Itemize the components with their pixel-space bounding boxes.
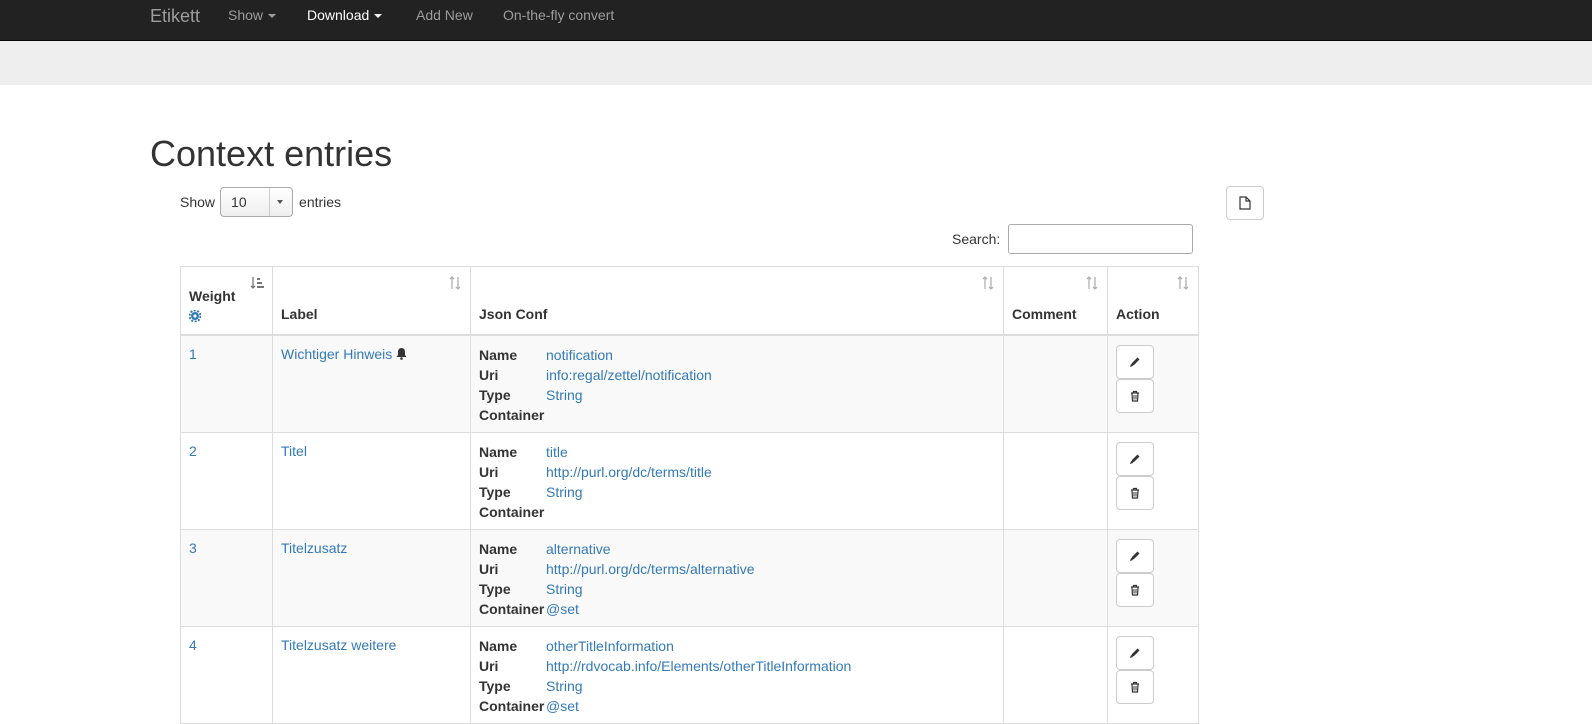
entries-per-page-select[interactable]: 10 [220,187,294,217]
conf-container-value[interactable] [546,406,995,424]
conf-uri-value[interactable]: http://rdvocab.info/Elements/otherTitleI… [546,657,995,675]
caret-down-icon [374,14,383,19]
json-conf: Name title Uri http://purl.org/dc/terms/ti… [479,443,995,521]
comment-cell [1003,626,1108,724]
conf-container-value[interactable]: @set [546,697,995,715]
table-row: 2 Titel Name title Uri http://purl.org/dc/… [180,432,1199,530]
trash-icon [1131,487,1139,499]
delete-button[interactable] [1116,670,1154,704]
comment-cell [1003,529,1108,627]
column-header-json-conf[interactable]: Json Conf [470,266,1004,336]
weight-link[interactable]: 3 [189,540,197,556]
nav-on-the-fly-convert[interactable]: On-the-fly convert [503,7,614,23]
sort-ascending-icon [250,277,264,289]
conf-uri-value[interactable]: http://purl.org/dc/terms/alternative [546,560,995,578]
conf-type-value[interactable]: String [546,677,995,695]
search-input[interactable] [1008,224,1194,254]
nav-add-new[interactable]: Add New [416,7,473,23]
gear-icon[interactable] [189,310,201,322]
column-header-label[interactable]: Label [272,266,471,336]
search-area: Search: [952,224,1194,254]
trash-icon [1131,584,1139,596]
context-entries-table: Weight Label Json Conf Comment Action 1 … [180,266,1199,724]
json-conf: Name alternative Uri http://purl.org/dc/te… [479,540,995,618]
nav-show-dropdown[interactable]: Show [228,7,277,23]
delete-button[interactable] [1116,476,1154,510]
edit-button[interactable] [1116,539,1154,573]
brand-link[interactable]: Etikett [150,6,200,27]
caret-down-icon [268,14,277,19]
conf-container-value[interactable] [546,503,995,521]
weight-link[interactable]: 4 [189,637,197,653]
conf-name-value[interactable]: title [546,443,995,461]
edit-button[interactable] [1116,345,1154,379]
delete-button[interactable] [1116,573,1154,607]
weight-link[interactable]: 2 [189,443,197,459]
length-prefix-label: Show [180,194,216,210]
conf-type-value[interactable]: String [546,483,995,501]
trash-icon [1131,390,1139,402]
table-row: 4 Titelzusatz weitere Name otherTitleInfo… [180,626,1199,724]
export-file-button[interactable] [1226,186,1264,220]
json-conf: Name otherTitleInformation Uri http://rdvo… [479,637,995,715]
entries-length-control: Show 10 entries [180,187,341,217]
pencil-icon [1130,357,1140,367]
conf-container-value[interactable]: @set [546,600,995,618]
sort-both-icon [1086,276,1098,290]
pencil-icon [1130,551,1140,561]
sort-both-icon [1177,276,1189,290]
conf-name-value[interactable]: alternative [546,540,995,558]
sort-both-icon [982,276,994,290]
dropdown-arrow-icon [277,200,284,204]
search-label: Search: [952,231,1001,247]
edit-button[interactable] [1116,442,1154,476]
top-navbar: Etikett Show Download Add New On-the-fly… [0,0,1592,41]
edit-button[interactable] [1116,636,1154,670]
column-header-weight[interactable]: Weight [180,266,273,336]
page-title: Context entries [150,133,393,174]
label-link[interactable]: Wichtiger Hinweis [281,346,392,362]
comment-cell [1003,432,1108,530]
pencil-icon [1130,454,1140,464]
weight-link[interactable]: 1 [189,346,197,362]
pencil-icon [1130,648,1140,658]
json-conf: Name notification Uri info:regal/zettel/no… [479,346,995,424]
trash-icon [1131,681,1139,693]
column-header-action[interactable]: Action [1107,266,1199,336]
label-link[interactable]: Titel [281,443,307,459]
nav-download-dropdown[interactable]: Download [307,7,383,23]
conf-uri-value[interactable]: info:regal/zettel/notification [546,366,995,384]
comment-cell [1003,334,1108,433]
conf-type-value[interactable]: String [546,386,995,404]
conf-name-value[interactable]: notification [546,346,995,364]
delete-button[interactable] [1116,379,1154,413]
table-row: 1 Wichtiger Hinweis Name notification Uri… [180,334,1199,433]
conf-name-value[interactable]: otherTitleInformation [546,637,995,655]
sub-header-bar [0,41,1592,85]
table-row: 3 Titelzusatz Name alternative Uri http://… [180,529,1199,627]
entries-per-page-value: 10 [231,194,247,210]
conf-type-value[interactable]: String [546,580,995,598]
length-suffix-label: entries [299,194,342,210]
conf-uri-value[interactable]: http://purl.org/dc/terms/title [546,463,995,481]
sort-both-icon [449,276,461,290]
file-icon [1239,196,1251,210]
bell-icon [396,348,407,360]
label-link[interactable]: Titelzusatz weitere [281,637,396,653]
column-header-comment[interactable]: Comment [1003,266,1108,336]
label-link[interactable]: Titelzusatz [281,540,347,556]
